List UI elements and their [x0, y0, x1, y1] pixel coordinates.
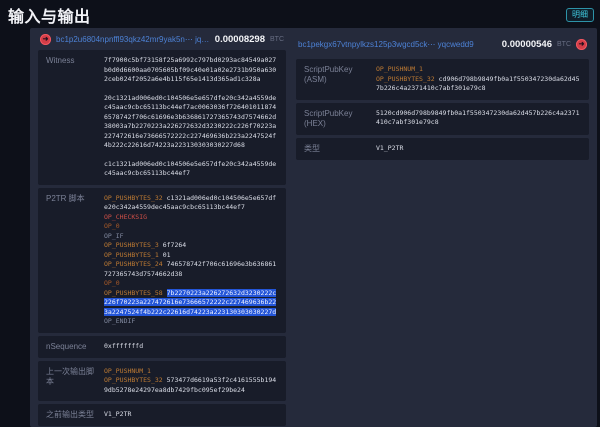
- opcode-op_pushbytes_3: OP_PUSHBYTES_3: [104, 241, 159, 249]
- field-scriptpubkey-hex: ScriptPubKey (HEX)5120cd906d798b9849fb0a…: [296, 103, 589, 135]
- input-address-row: ➜ bc1p2u6804npnffl93qkz42mr9yak5n⋯ jqe51…: [38, 34, 286, 45]
- field-label-prev-output-script: 上一次输出脚本: [46, 367, 104, 396]
- output-currency-label: BTC: [557, 41, 571, 48]
- input-amount: 0.00008298: [215, 34, 265, 45]
- field-label-prev-output-type: 之前输出类型: [46, 410, 104, 420]
- field-line: 7f7900c5bf73158f25a6992c797bd0293ac84549…: [104, 56, 278, 85]
- hex-text: c1c1321ad006ed0c104506e5e657dfe20c342a45…: [104, 160, 276, 178]
- field-line: OP_IF: [104, 232, 278, 242]
- hex-text: 6f7264: [163, 241, 186, 249]
- field-value-p2tr-script: OP_PUSHBYTES_32 c1321ad006ed0c104506e5e6…: [104, 194, 278, 327]
- opcode-op_pushbytes_24: OP_PUSHBYTES_24: [104, 260, 163, 268]
- opcode-op_if: OP_IF: [104, 232, 124, 240]
- output-address-link[interactable]: bc1pekgx67vtnpylkzs125p3wgcd5ck⋯ yqcwedd…: [298, 40, 497, 49]
- field-value-nsequence: 0xfffffffd: [104, 342, 278, 352]
- input-currency-label: BTC: [270, 36, 284, 43]
- field-line: OP_PUSHBYTES_32 c1321ad006ed0c104506e5e6…: [104, 194, 278, 213]
- hex-text: 01: [163, 251, 171, 259]
- input-fields: Witness7f7900c5bf73158f25a6992c797bd0293…: [38, 50, 286, 427]
- field-line: OP_PUSHBYTES_3 6f7264: [104, 241, 278, 251]
- transaction-io-page: 输入与输出 明细 ➜ bc1p2u6804npnffl93qkz42mr9yak…: [0, 0, 600, 427]
- opcode-op_0: OP_0: [104, 279, 120, 287]
- field-value-type: V1_P2TR: [376, 144, 581, 154]
- field-prev-output-script: 上一次输出脚本OP_PUSHNUM_1OP_PUSHBYTES_32 57347…: [38, 361, 286, 402]
- field-line: OP_ENDIF: [104, 317, 278, 327]
- field-scriptpubkey-asm: ScriptPubKey (ASM)OP_PUSHNUM_1 OP_PUSHBYT…: [296, 59, 589, 100]
- hex-text: V1_P2TR: [104, 410, 131, 418]
- field-line: OP_PUSHNUM_1: [104, 367, 278, 377]
- opcode-op_0: OP_0: [104, 222, 120, 230]
- field-line: c1c1321ad006ed0c104506e5e657dfe20c342a45…: [104, 160, 278, 179]
- input-column: ➜ bc1p2u6804npnffl93qkz42mr9yak5n⋯ jqe51…: [38, 34, 286, 421]
- output-address-row: bc1pekgx67vtnpylkzs125p3wgcd5ck⋯ yqcwedd…: [296, 34, 589, 54]
- opcode-op_checksig: OP_CHECKSIG: [104, 213, 147, 221]
- field-type: 类型V1_P2TR: [296, 138, 589, 160]
- io-panel: ➜ bc1p2u6804npnffl93qkz42mr9yak5n⋯ jqe51…: [30, 28, 597, 427]
- field-line: OP_PUSHNUM_1: [376, 65, 581, 75]
- field-value-prev-output-script: OP_PUSHNUM_1OP_PUSHBYTES_32 573477d6619a…: [104, 367, 278, 396]
- opcode-op_pushbytes_58: OP_PUSHBYTES_58: [104, 289, 163, 297]
- output-fields: ScriptPubKey (ASM)OP_PUSHNUM_1 OP_PUSHBYT…: [296, 59, 589, 163]
- field-line: OP_0: [104, 279, 278, 289]
- opcode-op_endif: OP_ENDIF: [104, 317, 135, 325]
- page-title: 输入与输出: [8, 3, 91, 27]
- field-label-scriptpubkey-hex: ScriptPubKey (HEX): [304, 109, 376, 129]
- field-line: 20c1321ad006ed0c104506e5e657dfe20c342a45…: [104, 94, 278, 151]
- field-line: OP_CHECKSIG: [104, 213, 278, 223]
- output-amount: 0.00000546: [502, 39, 552, 50]
- field-line: V1_P2TR: [104, 410, 278, 420]
- field-line: 5120cd906d798b9849fb0a1f550347230da62d45…: [376, 109, 581, 128]
- hex-text: 7f7900c5bf73158f25a6992c797bd0293ac84549…: [104, 56, 276, 83]
- opcode-op_pushbytes_32: OP_PUSHBYTES_32: [376, 75, 435, 83]
- field-label-nsequence: nSequence: [46, 342, 104, 352]
- field-line: OP_PUSHBYTES_1 01: [104, 251, 278, 261]
- field-label-type: 类型: [304, 144, 376, 154]
- details-button[interactable]: 明细: [566, 8, 594, 22]
- field-witness: Witness7f7900c5bf73158f25a6992c797bd0293…: [38, 50, 286, 185]
- field-label-scriptpubkey-asm: ScriptPubKey (ASM): [304, 65, 376, 94]
- input-address-link[interactable]: bc1p2u6804npnffl93qkz42mr9yak5n⋯ jqe51d8…: [56, 35, 210, 44]
- opcode-op_pushbytes_1: OP_PUSHBYTES_1: [104, 251, 159, 259]
- field-nsequence: nSequence0xfffffffd: [38, 336, 286, 358]
- input-arrow-icon[interactable]: ➜: [40, 34, 51, 45]
- opcode-op_pushbytes_32: OP_PUSHBYTES_32: [104, 376, 163, 384]
- hex-text: 0xfffffffd: [104, 342, 143, 350]
- field-line: OP_0: [104, 222, 278, 232]
- hex-text: 20c1321ad006ed0c104506e5e657dfe20c342a45…: [104, 94, 276, 150]
- field-line: OP_PUSHBYTES_24 746578742f706c61696e3b63…: [104, 260, 278, 279]
- field-label-witness: Witness: [46, 56, 104, 179]
- field-value-witness: 7f7900c5bf73158f25a6992c797bd0293ac84549…: [104, 56, 278, 179]
- field-p2tr-script: P2TR 脚本OP_PUSHBYTES_32 c1321ad006ed0c104…: [38, 188, 286, 333]
- field-line: OP_PUSHBYTES_58 7b2270223a226272632d3230…: [104, 289, 278, 318]
- field-prev-output-type: 之前输出类型V1_P2TR: [38, 404, 286, 426]
- output-column: bc1pekgx67vtnpylkzs125p3wgcd5ck⋯ yqcwedd…: [296, 34, 589, 421]
- field-line: 0xfffffffd: [104, 342, 278, 352]
- opcode-op_pushbytes_32: OP_PUSHBYTES_32: [104, 194, 163, 202]
- opcode-op_pushnum_1: OP_PUSHNUM_1: [104, 367, 151, 375]
- field-line: V1_P2TR: [376, 144, 581, 154]
- output-arrow-icon[interactable]: ➜: [576, 39, 587, 50]
- topbar: 输入与输出 明细: [0, 0, 600, 28]
- hex-text: V1_P2TR: [376, 144, 403, 152]
- field-value-scriptpubkey-asm: OP_PUSHNUM_1 OP_PUSHBYTES_32 cd906d798b98…: [376, 65, 581, 94]
- hex-text: 5120cd906d798b9849fb0a1f550347230da62d45…: [376, 109, 580, 127]
- field-line: OP_PUSHBYTES_32 573477d6619a53f2c4161555…: [104, 376, 278, 395]
- field-value-scriptpubkey-hex: 5120cd906d798b9849fb0a1f550347230da62d45…: [376, 109, 581, 129]
- opcode-op_pushnum_1: OP_PUSHNUM_1: [376, 65, 423, 73]
- field-value-prev-output-type: V1_P2TR: [104, 410, 278, 420]
- field-line: OP_PUSHBYTES_32 cd906d798b9849fb0a1f5503…: [376, 75, 581, 94]
- field-label-p2tr-script: P2TR 脚本: [46, 194, 104, 327]
